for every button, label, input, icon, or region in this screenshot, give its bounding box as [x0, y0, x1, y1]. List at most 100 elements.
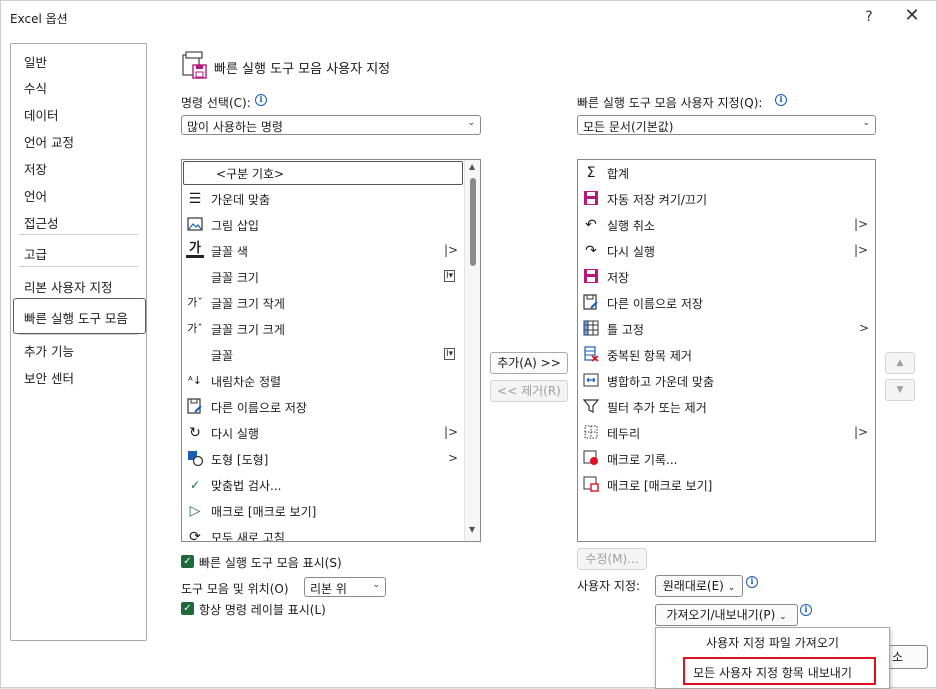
nav-item-formulas[interactable]: 수식 — [24, 78, 47, 97]
move-up-button[interactable]: ▲ — [885, 352, 915, 374]
chevron-down-icon: ⌄ — [779, 612, 787, 622]
list-item[interactable]: 글꼴 크기 I▾ — [182, 264, 464, 290]
customizations-label: 사용자 지정: — [577, 579, 641, 593]
import-export-dropdown-button[interactable]: 가져오기/내보내기(P) ⌄ — [655, 604, 798, 626]
scroll-down-icon[interactable]: ▼ — [469, 525, 475, 534]
list-item-label: 그림 삽입 — [211, 219, 259, 233]
list-item[interactable]: ▷ 매크로 [매크로 보기] — [182, 498, 464, 524]
list-item-label: 중복된 항목 제거 — [607, 349, 692, 363]
submenu-arrow-icon: |> — [854, 243, 869, 257]
modify-button[interactable]: 수정(M)... — [577, 548, 647, 570]
show-toolbar-checkbox[interactable]: ✓ — [181, 555, 194, 568]
scroll-up-icon[interactable]: ▲ — [469, 162, 475, 171]
list-item[interactable]: 글꼴 I▾ — [182, 342, 464, 368]
reset-label: 원래대로(E) — [662, 579, 724, 593]
list-item-label: 매크로 기록... — [607, 453, 678, 467]
customize-scope-dropdown[interactable]: 모든 문서(기본값) ⌄ — [577, 115, 876, 135]
list-item[interactable]: 틀 고정 > — [578, 316, 875, 342]
close-button[interactable]: ✕ — [900, 6, 924, 28]
list-item[interactable]: ↷ 다시 실행 |> — [578, 238, 875, 264]
list-item[interactable]: 그림 삽입 — [182, 212, 464, 238]
nav-item-quick-access-toolbar[interactable]: 빠른 실행 도구 모음 — [24, 308, 128, 327]
dialog-title: Excel 옵션 — [10, 12, 68, 26]
nav-item-customize-ribbon[interactable]: 리본 사용자 지정 — [24, 277, 112, 296]
submenu-arrow-icon: |> — [444, 425, 459, 439]
choose-commands-dropdown[interactable]: 많이 사용하는 명령 ⌄ — [181, 115, 481, 135]
list-item-label: 글꼴 크기 — [211, 271, 259, 285]
list-item[interactable]: 가ˇ 글꼴 크기 작게 — [182, 290, 464, 316]
list-item[interactable]: Σ 합계 — [578, 160, 875, 186]
submenu-arrow-icon: |> — [854, 425, 869, 439]
list-item-label: 합계 — [607, 167, 630, 181]
list-item[interactable]: 가 글꼴 색 |> — [182, 238, 464, 264]
list-item-label: 테두리 — [607, 427, 641, 441]
list-item-label: <구분 기호> — [216, 167, 285, 181]
list-item[interactable]: 매크로 [매크로 보기] — [578, 472, 875, 498]
list-item[interactable]: 필터 추가 또는 제거 — [578, 394, 875, 420]
list-item-label: 글꼴 색 — [211, 245, 248, 259]
reset-dropdown-button[interactable]: 원래대로(E) ⌄ — [655, 575, 743, 597]
submenu-arrow-icon: > — [448, 451, 459, 465]
list-item[interactable]: ☰ 가운데 맞춤 — [182, 186, 464, 212]
list-item[interactable]: ↻ 다시 실행 |> — [182, 420, 464, 446]
info-icon[interactable]: i — [775, 94, 787, 106]
list-item[interactable]: ⟳ 모두 새로 고침 — [182, 524, 464, 542]
list-item[interactable]: 병합하고 가운데 맞춤 — [578, 368, 875, 394]
save-as-icon — [186, 398, 204, 416]
nav-item-language[interactable]: 언어 — [24, 186, 47, 205]
remove-button[interactable]: << 제거(R) — [490, 380, 568, 402]
sort-descending-icon: ᴬ↓ — [188, 374, 202, 387]
list-item[interactable]: 다른 이름으로 저장 — [578, 290, 875, 316]
nav-item-data[interactable]: 데이터 — [24, 105, 59, 124]
info-icon[interactable]: i — [746, 576, 758, 588]
list-item-label: 맞춤법 검사... — [211, 479, 282, 493]
list-item[interactable]: 저장 — [578, 264, 875, 290]
info-icon[interactable]: i — [800, 604, 812, 616]
spelling-icon: ✓ — [189, 478, 201, 492]
toolbar-commands-list[interactable]: Σ 합계 자동 저장 켜기/끄기 ↶ 실행 취소 |> ↷ 다시 실행 |> 저… — [577, 159, 876, 542]
list-item-label: 글꼴 크기 크게 — [211, 323, 285, 337]
nav-item-add-ins[interactable]: 추가 기능 — [24, 341, 74, 360]
customize-toolbar-label: 빠른 실행 도구 모음 사용자 지정(Q): — [577, 96, 763, 110]
remove-duplicates-icon — [582, 346, 600, 364]
nav-item-proofing[interactable]: 언어 교정 — [24, 132, 74, 151]
increase-font-icon: 가ˆ — [187, 322, 203, 335]
toolbar-position-value: 리본 위 — [310, 582, 347, 596]
nav-item-accessibility[interactable]: 접근성 — [24, 213, 59, 232]
list-item[interactable]: 중복된 항목 제거 — [578, 342, 875, 368]
nav-item-advanced[interactable]: 고급 — [24, 244, 47, 263]
refresh-all-icon: ⟳ — [189, 529, 201, 542]
toolbar-position-dropdown[interactable]: 리본 위 ⌄ — [304, 577, 386, 597]
undo-icon: ↶ — [585, 217, 597, 233]
list-item[interactable]: 다른 이름으로 저장 — [182, 394, 464, 420]
list-item[interactable]: ᴬ↓ 내림차순 정렬 — [182, 368, 464, 394]
nav-item-save[interactable]: 저장 — [24, 159, 47, 178]
list-item-label: 병합하고 가운데 맞춤 — [607, 375, 714, 389]
list-item-label: 글꼴 크기 작게 — [211, 297, 285, 311]
nav-item-trust-center[interactable]: 보안 센터 — [24, 368, 74, 387]
available-commands-list[interactable]: ▲ ▼ <구분 기호> ☰ 가운데 맞춤 그림 삽입 가 글꼴 색 |> 글꼴 … — [181, 159, 481, 542]
list-item[interactable]: ✓ 맞춤법 검사... — [182, 472, 464, 498]
list-item[interactable]: <구분 기호> — [182, 160, 464, 186]
nav-item-general[interactable]: 일반 — [24, 52, 47, 71]
info-icon[interactable]: i — [255, 94, 267, 106]
menu-item-import[interactable]: 사용자 지정 파일 가져오기 — [656, 628, 889, 658]
list-item[interactable]: 가ˆ 글꼴 크기 크게 — [182, 316, 464, 342]
vertical-scrollbar[interactable]: ▲ ▼ — [464, 160, 480, 541]
scrollbar-thumb[interactable] — [470, 178, 476, 266]
list-item-label: 실행 취소 — [607, 219, 655, 233]
save-as-icon — [582, 294, 600, 312]
add-button[interactable]: 추가(A) >> — [490, 352, 568, 374]
list-item[interactable]: 자동 저장 켜기/끄기 — [578, 186, 875, 212]
list-item-label: 다른 이름으로 저장 — [211, 401, 307, 415]
nav-divider — [19, 266, 138, 267]
list-item[interactable]: 테두리 |> — [578, 420, 875, 446]
list-item[interactable]: 매크로 기록... — [578, 446, 875, 472]
list-item[interactable]: ↶ 실행 취소 |> — [578, 212, 875, 238]
show-labels-checkbox[interactable]: ✓ — [181, 602, 194, 615]
help-button[interactable]: ? — [858, 6, 880, 28]
list-item[interactable]: 도형 [도형] > — [182, 446, 464, 472]
move-down-button[interactable]: ▼ — [885, 379, 915, 401]
record-macro-icon — [582, 450, 600, 468]
list-item-label: 도형 [도형] — [211, 453, 269, 467]
